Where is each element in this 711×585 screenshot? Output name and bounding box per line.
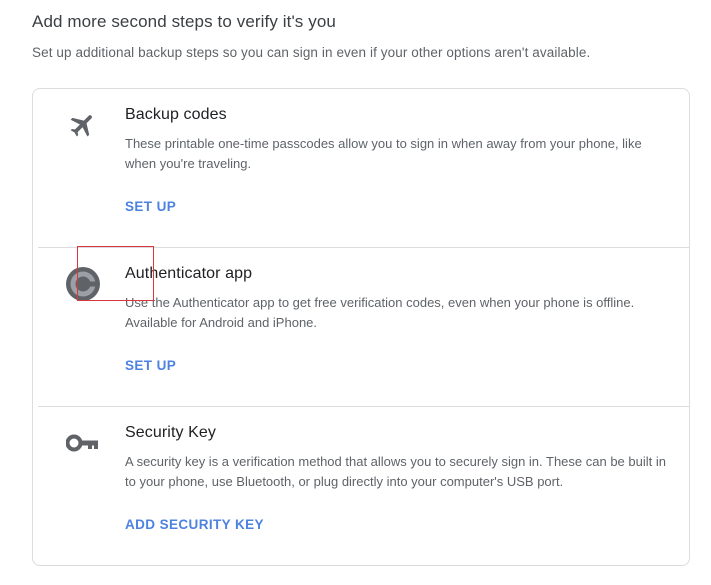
option-title: Security Key (125, 424, 217, 441)
option-description: These printable one-time passcodes allow… (125, 136, 642, 171)
authenticator-setup-button[interactable]: SET UP (125, 358, 176, 373)
add-security-key-button[interactable]: ADD SECURITY KEY (125, 517, 264, 532)
page: Add more second steps to verify it's you… (0, 0, 711, 585)
option-description: Use the Authenticator app to get free ve… (125, 295, 635, 330)
option-security-key: Security Key A security key is a verific… (33, 407, 689, 565)
option-authenticator-app: Authenticator app Use the Authenticator … (33, 248, 689, 407)
option-title: Backup codes (125, 106, 227, 123)
option-backup-codes: Backup codes These printable one-time pa… (33, 89, 689, 248)
options-card: Backup codes These printable one-time pa… (32, 88, 690, 566)
section-subtitle: Set up additional backup steps so you ca… (32, 45, 591, 60)
option-description: A security key is a verification method … (125, 454, 666, 489)
key-icon (63, 423, 103, 463)
authenticator-icon (63, 264, 103, 304)
backup-codes-setup-button[interactable]: SET UP (125, 199, 176, 214)
option-title: Authenticator app (125, 265, 253, 282)
airplane-icon (63, 105, 103, 145)
section-title: Add more second steps to verify it's you (32, 12, 336, 31)
